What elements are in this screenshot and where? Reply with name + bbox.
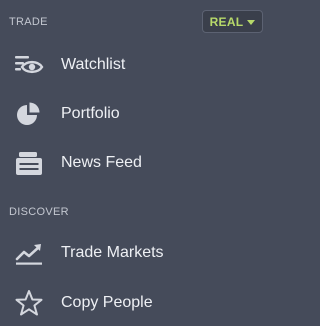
account-mode-dropdown[interactable]: REAL	[202, 10, 263, 33]
menu-item-label: Copy People	[61, 294, 153, 311]
menu-item-news-feed[interactable]: News Feed	[0, 141, 273, 185]
menu-item-copy-people[interactable]: Copy People	[0, 281, 273, 325]
menu-item-trade-markets[interactable]: Trade Markets	[0, 231, 273, 275]
pie-chart-icon	[13, 99, 45, 129]
trade-section-header: TRADE	[9, 16, 48, 28]
star-icon	[13, 288, 45, 318]
watchlist-eye-icon	[13, 50, 45, 80]
account-mode-label: REAL	[209, 14, 244, 29]
menu-item-label: Trade Markets	[61, 244, 164, 261]
menu-item-label: News Feed	[61, 154, 142, 171]
menu-item-label: Watchlist	[61, 56, 126, 73]
menu-item-label: Portfolio	[61, 105, 120, 122]
trend-chart-icon	[13, 238, 45, 268]
side-menu-panel: TRADE REAL Watchlist Portfolio News Feed…	[0, 0, 273, 326]
news-feed-icon	[13, 148, 45, 178]
chevron-down-icon	[247, 19, 256, 25]
menu-item-portfolio[interactable]: Portfolio	[0, 92, 273, 136]
menu-item-watchlist[interactable]: Watchlist	[0, 43, 273, 87]
discover-section-header: DISCOVER	[9, 206, 69, 218]
